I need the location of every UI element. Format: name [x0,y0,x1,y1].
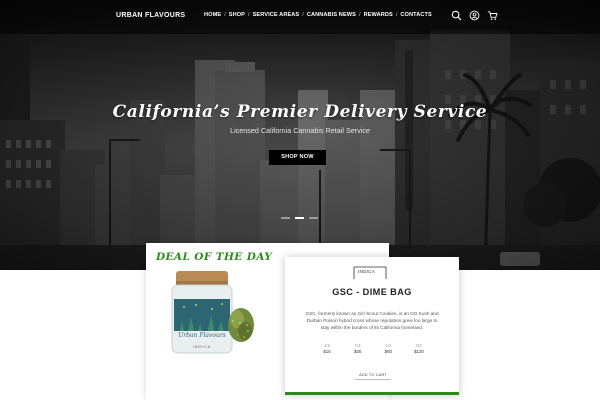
jar-sub-text: INDICA [193,345,211,349]
price-option-quarter[interactable]: 1/4 $30 [348,343,368,354]
search-icon[interactable] [451,10,462,21]
nav-separator: / [359,12,361,18]
price-options: 1/8 $15 1/4 $30 1/2 $60 OZ $120 [317,343,429,354]
nav-separator: / [248,12,250,18]
hero-title: California’s Premier Delivery Service [112,102,488,122]
user-icon[interactable] [469,10,480,21]
top-navigation: URBAN FLAVOURS HOME / SHOP / SERVICE ARE… [0,0,600,34]
hero-banner: URBAN FLAVOURS HOME / SHOP / SERVICE ARE… [0,0,600,270]
slider-dot[interactable] [281,217,290,219]
price-option-half[interactable]: 1/2 $60 [378,343,398,354]
price-weight: 1/8 [324,343,330,348]
add-to-cart-button[interactable]: ADD TO CART [355,371,391,380]
price-option-ounce[interactable]: OZ $120 [409,343,429,354]
cart-icon[interactable] [487,10,498,21]
price-value: $30 [353,349,362,354]
strain-type-tag: INDICA [353,266,387,280]
card-accent-line [285,392,459,395]
price-option-eighth[interactable]: 1/8 $15 [317,343,337,354]
nav-separator: / [302,12,304,18]
cannabis-bud-image [228,308,254,342]
price-value: $15 [323,349,331,354]
hero-subtitle: Licensed California Cannabis Retail Serv… [230,126,370,135]
deal-of-the-day-title: DEAL OF THE DAY [156,251,273,263]
nav-icon-group [451,10,505,21]
nav-item-shop[interactable]: SHOP [229,12,245,18]
price-weight: 1/4 [354,343,361,348]
slider-dots [281,217,323,219]
main-menu: HOME / SHOP / SERVICE AREAS / CANNABIS N… [204,12,432,18]
price-value: $120 [414,349,424,354]
product-name[interactable]: GSC - DIME BAG [285,287,459,297]
page: URBAN FLAVOURS HOME / SHOP / SERVICE ARE… [0,0,600,400]
product-description: GSC, formerly known as Girl Scout Cookie… [305,311,439,330]
nav-item-home[interactable]: HOME [204,12,221,18]
nav-item-rewards[interactable]: REWARDS [364,12,393,18]
nav-item-contacts[interactable]: CONTACTS [400,12,431,18]
hero-overlay [0,0,600,270]
nav-separator: / [224,12,226,18]
featured-product-card: INDICA GSC - DIME BAG GSC, formerly know… [285,257,459,395]
price-value: $60 [384,349,392,354]
price-weight: 1/2 [385,343,392,348]
slider-dot[interactable] [309,217,318,219]
shop-now-button[interactable]: SHOP NOW [269,150,326,165]
jar-label-text: Urban Flavours [178,332,226,339]
nav-separator: / [395,12,398,18]
strain-type-label: INDICA [358,269,376,274]
nav-item-cannabis-news[interactable]: CANNABIS NEWS [307,12,356,18]
nav-item-service-areas[interactable]: SERVICE AREAS [253,12,300,18]
slider-dot-active[interactable] [295,217,304,219]
price-weight: OZ [416,343,422,348]
site-logo[interactable]: URBAN FLAVOURS [116,12,185,19]
